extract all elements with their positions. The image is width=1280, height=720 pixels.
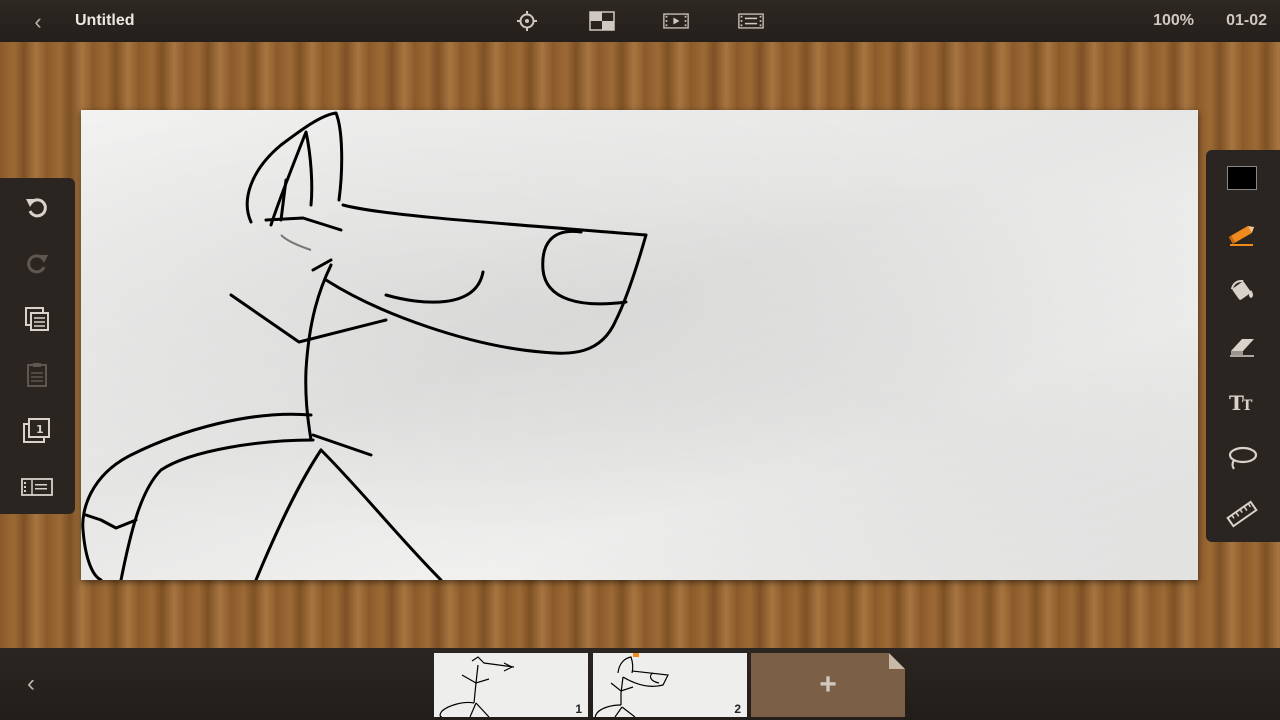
onion-skin-icon[interactable]: 1	[17, 411, 57, 451]
frame-thumbnail-drawing	[594, 653, 669, 717]
back-chevron-icon[interactable]: ‹	[28, 9, 48, 35]
settings-gear-icon[interactable]	[514, 10, 540, 32]
sketch-drawing	[81, 111, 648, 580]
play-frames-icon[interactable]	[663, 10, 689, 32]
text-icon[interactable]: TT	[1222, 382, 1262, 422]
ruler-icon[interactable]	[1222, 494, 1262, 534]
pencil-icon[interactable]	[1222, 214, 1262, 254]
copy-icon[interactable]	[17, 299, 57, 339]
fill-bucket-icon[interactable]	[1222, 270, 1262, 310]
color-swatch-fill	[1227, 166, 1257, 190]
frame-options-icon[interactable]	[738, 10, 764, 32]
top-bar: ‹ Untitled 100% 01-02	[0, 0, 1280, 42]
paste-icon[interactable]	[17, 355, 57, 395]
add-frame-button[interactable]: +	[751, 653, 905, 717]
zoom-level[interactable]: 100%	[1153, 12, 1194, 30]
frame-list-icon[interactable]	[17, 467, 57, 507]
right-tool-panel: TT	[1206, 150, 1280, 542]
frame-number: 2	[734, 702, 741, 716]
lasso-icon[interactable]	[1222, 438, 1262, 478]
drawing-canvas[interactable]	[81, 110, 1198, 580]
undo-icon[interactable]	[17, 187, 57, 227]
eraser-icon[interactable]	[1222, 326, 1262, 366]
frame-indicator[interactable]: 01-02	[1226, 12, 1267, 30]
frame-strip: ‹ 1 2 +	[0, 648, 1280, 720]
frame-thumbnail-drawing	[439, 656, 515, 717]
frame-thumbnail-1[interactable]: 1	[434, 653, 588, 717]
add-frame-corner-fold	[889, 653, 905, 669]
frame-thumbnail-2[interactable]: 2	[593, 653, 747, 717]
frame-number: 1	[575, 702, 582, 716]
back-chevron-icon[interactable]: ‹	[20, 670, 42, 698]
layers-grid-icon[interactable]	[589, 10, 615, 32]
left-tool-panel: 1	[0, 178, 75, 514]
color-swatch[interactable]	[1222, 158, 1262, 198]
svg-text:1: 1	[36, 423, 44, 436]
document-title[interactable]: Untitled	[75, 12, 135, 30]
svg-text:T: T	[1242, 398, 1253, 414]
redo-icon[interactable]	[17, 243, 57, 283]
